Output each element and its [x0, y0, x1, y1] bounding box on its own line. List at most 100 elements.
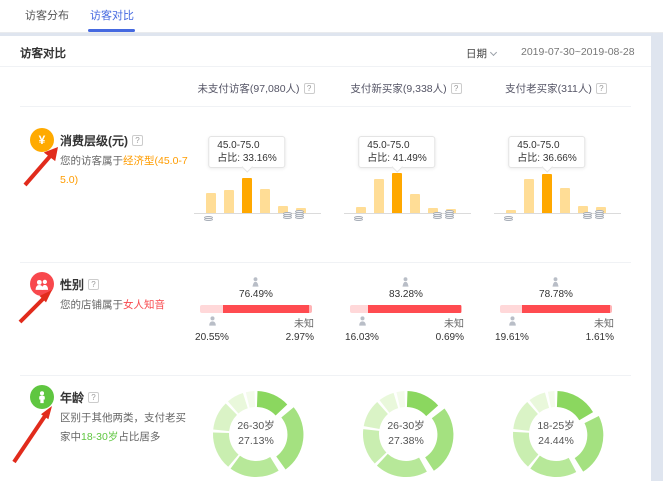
date-dropdown[interactable]: 日期 [466, 46, 496, 61]
unknown-percent: 0.69% [436, 331, 464, 344]
visitor-comparison-page: 访客分布 访客对比 访客对比 日期 2019-07-30~2019-08-28 … [0, 0, 663, 481]
active-tab-underline [88, 29, 135, 32]
tooltip-value: 33.16% [243, 153, 277, 164]
donut-segment[interactable] [513, 402, 538, 431]
tooltip-range: 45.0-75.0 [517, 139, 576, 152]
tooltip-range: 45.0-75.0 [217, 139, 276, 152]
male-percent: 20.55% [189, 331, 235, 344]
donut-segment[interactable] [231, 456, 279, 477]
tab-visitor-distribution[interactable]: 访客分布 [25, 0, 69, 33]
bar-highlighted[interactable] [242, 178, 252, 213]
age-bucket-label: 18-25岁 [537, 419, 574, 434]
segment-unknown[interactable] [610, 305, 612, 313]
date-range-value[interactable]: 2019-07-30~2019-08-28 [521, 46, 635, 58]
desc-highlight: 18-30岁 [81, 431, 118, 443]
segment-male[interactable] [350, 305, 368, 313]
bar-highlighted[interactable] [392, 173, 402, 213]
donut-segment[interactable] [396, 391, 405, 408]
donut-segment[interactable] [213, 432, 239, 466]
gender-stacked-bar[interactable] [200, 305, 312, 313]
bar[interactable] [224, 190, 234, 213]
female-percent: 78.78% [481, 289, 631, 300]
segment-female[interactable] [522, 305, 610, 313]
column-header-unpaid: 未支付访客(97,080人)? [181, 80, 331, 96]
column-title: 未支付访客(97,080人) [197, 81, 299, 96]
column-title: 支付新买家(9,338人) [350, 81, 446, 96]
tooltip-label: 占比: [517, 153, 540, 164]
bar[interactable] [374, 179, 384, 213]
help-icon[interactable]: ? [451, 83, 462, 94]
donut-segment[interactable] [425, 409, 453, 471]
male-percent-block: 19.61% [489, 316, 535, 344]
desc-text: 占比居多 [118, 431, 160, 443]
bar[interactable] [560, 188, 570, 213]
tooltip-value: 41.49% [393, 153, 427, 164]
help-icon[interactable]: ? [88, 392, 99, 403]
unknown-percent-block: 未知2.97% [286, 318, 314, 344]
donut-segment[interactable] [246, 391, 255, 408]
age-bucket-percent: 27.13% [237, 434, 274, 449]
segment-male[interactable] [200, 305, 223, 313]
bar[interactable] [524, 179, 534, 213]
bar[interactable] [206, 193, 216, 213]
donut-segment[interactable] [513, 432, 538, 467]
segment-female[interactable] [223, 305, 309, 313]
row-description: 您的访客属于经济型(45.0-75.0) [60, 152, 190, 190]
bar-highlighted[interactable] [542, 174, 552, 213]
male-icon [507, 316, 518, 327]
donut-center-label: 18-25岁24.44% [537, 419, 574, 449]
bar-group [206, 173, 306, 213]
row-description: 您的店铺属于女人知音 [60, 296, 190, 315]
coin-stack-large-icon [283, 211, 304, 219]
bar[interactable] [260, 189, 270, 213]
gender-stacked-bar[interactable] [350, 305, 462, 313]
donut-segment[interactable] [257, 391, 287, 415]
chart-tooltip: 45.0-75.0 占比: 33.16% [208, 136, 285, 168]
donut-segment[interactable] [377, 454, 427, 477]
row-title: 年龄 [60, 389, 84, 406]
age-bucket-percent: 24.44% [537, 434, 574, 449]
bar-group [356, 173, 456, 213]
coin-stack-small-icon [504, 217, 513, 221]
desc-text: 您的访客属于 [60, 155, 123, 167]
help-icon[interactable]: ? [132, 135, 143, 146]
row-title: 消费层级(元) [60, 132, 128, 149]
female-percent: 83.28% [331, 289, 481, 300]
donut-segment[interactable] [575, 416, 604, 472]
help-icon[interactable]: ? [304, 83, 315, 94]
gender-chart-old-buyers: 78.78% 19.61% 未知1.61% [481, 272, 631, 347]
annotation-arrow [18, 140, 66, 192]
bar[interactable] [410, 194, 420, 213]
male-percent: 19.61% [489, 331, 535, 344]
chart-tooltip: 45.0-75.0 占比: 41.49% [358, 136, 435, 168]
unknown-percent-block: 未知0.69% [436, 318, 464, 344]
segment-unknown[interactable] [309, 305, 312, 313]
unknown-label: 未知 [436, 318, 464, 331]
help-icon[interactable]: ? [596, 83, 607, 94]
help-icon[interactable]: ? [88, 279, 99, 290]
segment-unknown[interactable] [461, 305, 462, 313]
donut-segment[interactable] [276, 407, 303, 469]
unknown-percent: 1.61% [586, 331, 614, 344]
donut-segment[interactable] [557, 391, 593, 420]
unknown-percent: 2.97% [286, 331, 314, 344]
comparison-panel: 访客对比 日期 2019-07-30~2019-08-28 未支付访客(97,0… [0, 36, 651, 481]
gender-stacked-bar[interactable] [500, 305, 612, 313]
segment-male[interactable] [500, 305, 522, 313]
coin-stack-small-icon [204, 217, 213, 221]
segment-female[interactable] [368, 305, 461, 313]
male-percent: 16.03% [339, 331, 385, 344]
donut-segment[interactable] [363, 429, 386, 463]
divider [20, 375, 631, 376]
donut-segment[interactable] [407, 391, 438, 416]
coin-stack-large-icon [433, 211, 454, 219]
donut-segment[interactable] [530, 456, 576, 477]
unknown-label: 未知 [586, 318, 614, 331]
tooltip-label: 占比: [367, 153, 390, 164]
male-icon [207, 316, 218, 327]
donut-segment[interactable] [548, 391, 555, 407]
gender-chart-unpaid: 76.49% 20.55% 未知2.97% [181, 272, 331, 347]
female-percent: 76.49% [181, 289, 331, 300]
gender-chart-new-buyers: 83.28% 16.03% 未知0.69% [331, 272, 481, 347]
male-percent-block: 16.03% [339, 316, 385, 344]
